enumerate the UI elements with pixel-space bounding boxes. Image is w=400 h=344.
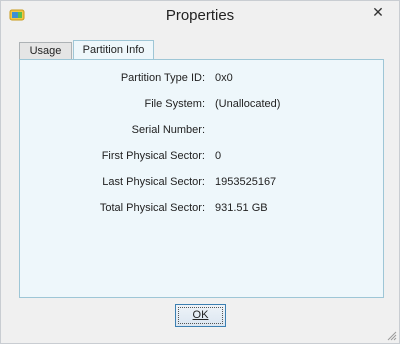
info-value: 931.51 GB bbox=[215, 202, 268, 214]
info-label: File System: bbox=[144, 98, 205, 110]
window-title: Properties bbox=[165, 7, 235, 24]
close-icon: ✕ bbox=[372, 4, 384, 20]
close-button[interactable]: ✕ bbox=[365, 2, 391, 22]
info-row-total-physical-sector: Total Physical Sector: 931.51 GB bbox=[20, 202, 383, 218]
info-label: First Physical Sector: bbox=[101, 150, 205, 162]
info-row-partition-type-id: Partition Type ID: 0x0 bbox=[20, 72, 383, 88]
properties-dialog: Properties ✕ Usage Partition Info Partit… bbox=[0, 0, 400, 344]
info-row-first-physical-sector: First Physical Sector: 0 bbox=[20, 150, 383, 166]
info-label: Serial Number: bbox=[131, 124, 205, 136]
resize-grip-icon[interactable] bbox=[387, 331, 397, 341]
tab-partition-info[interactable]: Partition Info bbox=[73, 40, 154, 60]
info-value: 1953525167 bbox=[215, 176, 277, 188]
info-label: Total Physical Sector: bbox=[99, 202, 205, 214]
info-row-last-physical-sector: Last Physical Sector: 1953525167 bbox=[20, 176, 383, 192]
info-value: 0x0 bbox=[215, 72, 233, 84]
ok-button[interactable]: OK bbox=[175, 304, 226, 327]
focus-rect bbox=[178, 307, 223, 324]
title-bar[interactable]: Properties ✕ bbox=[1, 1, 399, 31]
info-value: (Unallocated) bbox=[215, 98, 281, 110]
partition-info-panel: Partition Type ID: 0x0 File System: (Una… bbox=[19, 59, 384, 298]
info-label: Partition Type ID: bbox=[120, 72, 205, 84]
tab-usage[interactable]: Usage bbox=[19, 42, 72, 59]
info-label: Last Physical Sector: bbox=[102, 176, 205, 188]
info-value: 0 bbox=[215, 150, 222, 162]
info-row-serial-number: Serial Number: bbox=[20, 124, 383, 140]
info-row-file-system: File System: (Unallocated) bbox=[20, 98, 383, 114]
